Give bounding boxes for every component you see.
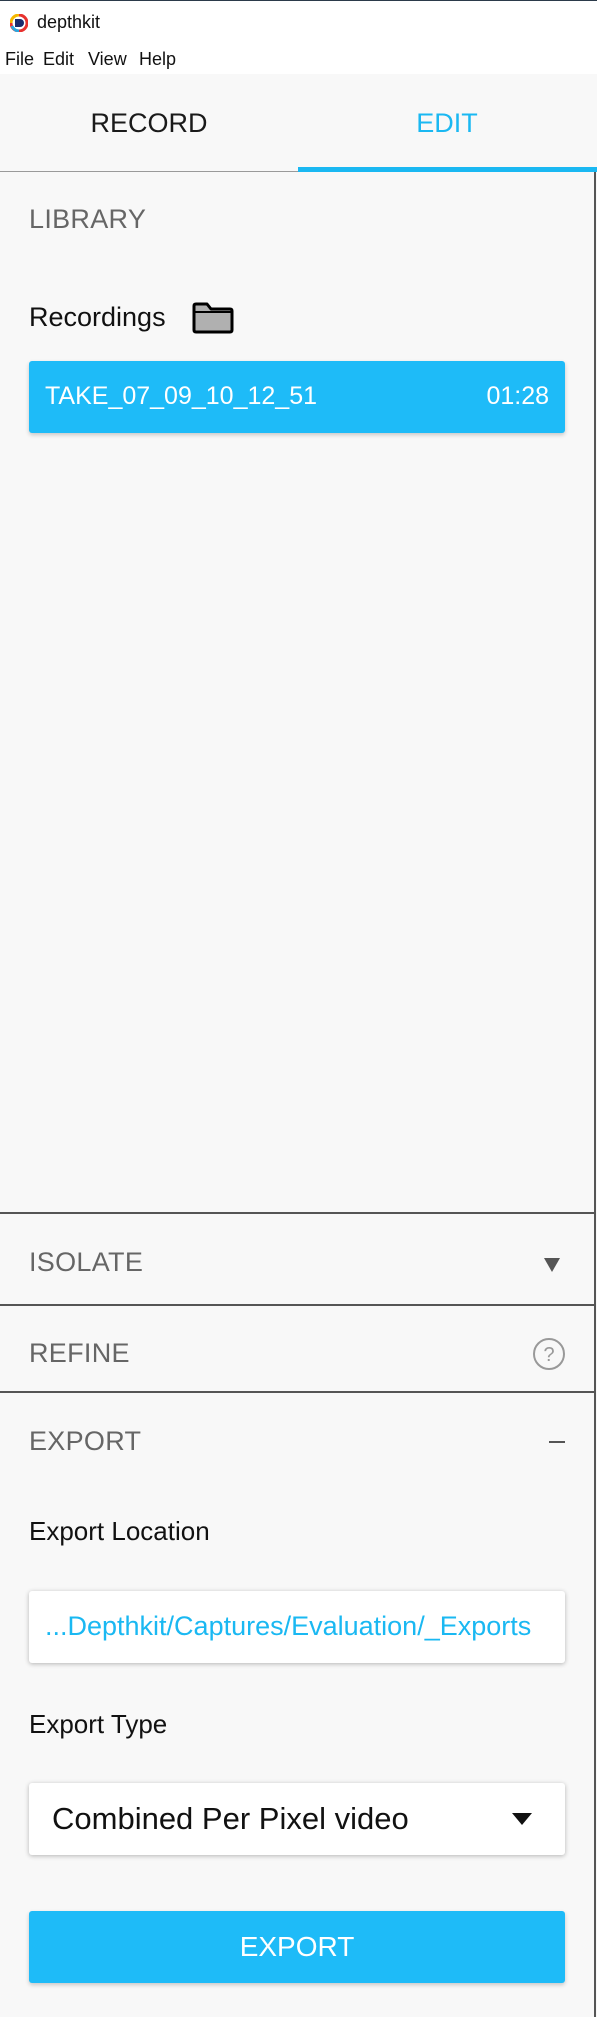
panel-right-border	[594, 172, 596, 2017]
export-type-value: Combined Per Pixel video	[52, 1801, 409, 1836]
title-bar: depthkit	[0, 0, 597, 42]
depthkit-logo-icon	[10, 14, 28, 32]
minus-icon[interactable]	[549, 1441, 565, 1443]
tab-edit[interactable]: EDIT	[298, 74, 596, 172]
export-location-value: ...Depthkit/Captures/Evaluation/_Exports	[45, 1611, 532, 1641]
section-divider	[0, 1391, 596, 1393]
recording-name: TAKE_07_09_10_12_51	[45, 382, 317, 410]
export-type-label: Export Type	[29, 1709, 168, 1739]
menu-view[interactable]: View	[88, 49, 127, 70]
library-section-title[interactable]: LIBRARY	[29, 204, 146, 235]
tab-record[interactable]: RECORD	[0, 74, 298, 172]
caret-down-icon[interactable]	[542, 1256, 562, 1274]
export-button[interactable]: EXPORT	[29, 1911, 565, 1983]
menu-file[interactable]: File	[5, 49, 34, 70]
export-section-title[interactable]: EXPORT	[29, 1426, 141, 1457]
isolate-section-title[interactable]: ISOLATE	[29, 1247, 143, 1278]
chevron-down-icon	[512, 1813, 532, 1825]
export-location-field[interactable]: ...Depthkit/Captures/Evaluation/_Exports	[29, 1591, 565, 1663]
export-type-select[interactable]: Combined Per Pixel video	[29, 1783, 565, 1855]
window-title: depthkit	[37, 12, 101, 32]
active-tab-indicator	[298, 167, 597, 172]
recording-duration: 01:28	[486, 382, 549, 410]
menu-edit[interactable]: Edit	[43, 49, 74, 70]
help-icon[interactable]: ?	[532, 1337, 566, 1371]
svg-text:?: ?	[543, 1344, 554, 1366]
menu-help[interactable]: Help	[139, 49, 176, 70]
recording-list-item[interactable]: TAKE_07_09_10_12_51 01:28	[29, 361, 565, 433]
mode-tabs: RECORD EDIT	[0, 74, 597, 172]
menu-bar: File Edit View Help	[0, 42, 597, 74]
refine-section-title[interactable]: REFINE	[29, 1338, 130, 1369]
section-divider	[0, 1304, 596, 1306]
section-divider	[0, 1212, 596, 1214]
recordings-label: Recordings	[29, 302, 166, 332]
export-location-label: Export Location	[29, 1516, 210, 1546]
folder-icon[interactable]	[192, 302, 234, 334]
